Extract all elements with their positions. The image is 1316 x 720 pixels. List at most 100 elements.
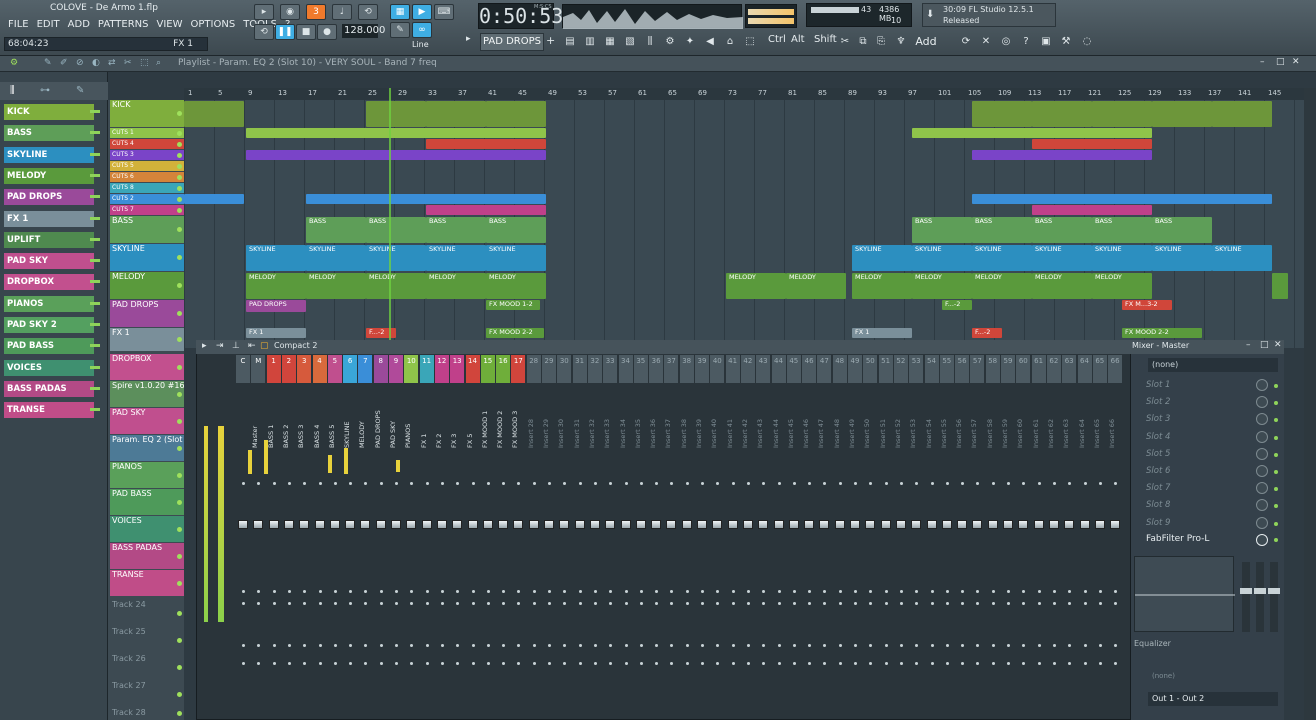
- channel-control[interactable]: [731, 590, 735, 593]
- news-panel[interactable]: ⬇ 30:09 FL Studio 12.5.1 Released: [922, 3, 1056, 27]
- minimize-icon[interactable]: –: [1260, 57, 1265, 67]
- pattern-clip[interactable]: SKYLINE: [426, 245, 486, 271]
- pattern-clip[interactable]: [1032, 139, 1152, 149]
- playhead[interactable]: [389, 88, 391, 344]
- insert-fader[interactable]: [1064, 520, 1075, 529]
- channel-control[interactable]: [1098, 662, 1102, 665]
- browser-icon[interactable]: ▦: [602, 34, 618, 50]
- mixer-view-selector[interactable]: Compact 2: [274, 341, 317, 350]
- playlist-icon[interactable]: ▤: [562, 34, 578, 50]
- track-enable-led[interactable]: [177, 526, 182, 532]
- mixer-insert-57[interactable]: 57: [970, 355, 985, 383]
- channel-control[interactable]: [242, 662, 245, 665]
- pattern-clip[interactable]: [426, 205, 546, 215]
- track-enable-led[interactable]: [177, 664, 182, 670]
- pattern-clip[interactable]: [1032, 101, 1092, 127]
- channel-control[interactable]: [701, 602, 704, 605]
- channel-control[interactable]: [624, 602, 628, 605]
- track-header[interactable]: FX 1: [110, 328, 184, 351]
- zoom-tool-icon[interactable]: ⌕: [156, 58, 161, 68]
- channel-control[interactable]: [991, 602, 995, 605]
- track-enable-led[interactable]: [177, 207, 182, 213]
- channel-control[interactable]: [884, 590, 888, 593]
- slot-enable-led[interactable]: [1274, 384, 1278, 388]
- track-enable-led[interactable]: [177, 130, 182, 136]
- channel-control[interactable]: [1083, 482, 1087, 485]
- channel-fader[interactable]: [467, 520, 478, 529]
- channel-control[interactable]: [899, 644, 903, 647]
- channel-control[interactable]: [532, 602, 536, 605]
- mixer-insert-55[interactable]: 55: [939, 355, 954, 383]
- pattern-clip[interactable]: FX MOOD 2-2: [1122, 328, 1202, 338]
- track-header[interactable]: Track 28: [110, 708, 184, 719]
- pattern-clip[interactable]: FX M...3-2: [1122, 300, 1172, 310]
- track-enable-led[interactable]: [177, 445, 182, 451]
- channel-control[interactable]: [486, 662, 490, 665]
- pattern-song-toggle[interactable]: ▸: [254, 4, 274, 20]
- channel-fader[interactable]: [238, 520, 248, 529]
- pattern-clip[interactable]: [246, 128, 546, 138]
- track-header[interactable]: CUTS 5: [110, 161, 184, 171]
- channel-control[interactable]: [1098, 590, 1102, 593]
- track-enable-led[interactable]: [177, 152, 182, 158]
- channel-control[interactable]: [854, 482, 857, 485]
- mixer-insert-41[interactable]: 41: [725, 355, 740, 383]
- track-header[interactable]: PAD SKY: [110, 408, 184, 434]
- channel-control[interactable]: [685, 644, 689, 647]
- track-enable-led[interactable]: [177, 174, 182, 180]
- pattern-clip[interactable]: [912, 128, 1152, 138]
- pattern-clip[interactable]: [426, 101, 486, 127]
- channel-control[interactable]: [701, 590, 704, 593]
- channel-control[interactable]: [838, 482, 842, 485]
- pattern-clip[interactable]: [184, 194, 244, 204]
- channel-fader[interactable]: [360, 520, 371, 529]
- track-header[interactable]: CUTS 7: [110, 205, 184, 215]
- plugin-slot-10[interactable]: FabFilter Pro-L: [1146, 534, 1209, 544]
- pattern-clip[interactable]: [1152, 101, 1212, 127]
- snap-selector[interactable]: Line: [412, 40, 429, 49]
- browser-pattern-transe[interactable]: TRANSE: [4, 402, 100, 419]
- track-header[interactable]: VOICES: [110, 516, 184, 542]
- pattern-clip[interactable]: [972, 194, 1272, 204]
- mixer-insert-54[interactable]: 54: [924, 355, 939, 383]
- pattern-clip[interactable]: MELODY: [426, 273, 486, 299]
- channel-control[interactable]: [548, 590, 551, 593]
- track-enable-led[interactable]: [177, 185, 182, 191]
- track-enable-led[interactable]: [177, 499, 182, 505]
- pattern-clip[interactable]: [1272, 273, 1288, 299]
- channel-fader[interactable]: [329, 520, 340, 529]
- browser-pattern-pad-bass[interactable]: PAD BASS: [4, 338, 100, 355]
- track-header[interactable]: CUTS 4: [110, 139, 184, 149]
- pattern-clip[interactable]: FX 1: [852, 328, 912, 338]
- browser-nodes-icon[interactable]: ⊶: [40, 85, 50, 96]
- insert-fader[interactable]: [880, 520, 891, 529]
- channel-fader[interactable]: [421, 520, 432, 529]
- pattern-clip[interactable]: SKYLINE: [912, 245, 972, 271]
- mixer-channel-12[interactable]: 12: [434, 355, 449, 383]
- channel-control[interactable]: [777, 590, 781, 593]
- channel-control[interactable]: [899, 662, 903, 665]
- mixer-insert-49[interactable]: 49: [848, 355, 862, 383]
- channel-control[interactable]: [333, 602, 337, 605]
- channel-fader[interactable]: [482, 520, 493, 529]
- channel-fader[interactable]: [375, 520, 386, 529]
- pattern-clip[interactable]: PAD DROPS: [246, 300, 306, 312]
- channel-control[interactable]: [945, 662, 949, 665]
- track-enable-led[interactable]: [177, 472, 182, 478]
- channel-control[interactable]: [486, 590, 490, 593]
- channel-control[interactable]: [930, 482, 934, 485]
- help-icon[interactable]: ?: [1018, 34, 1034, 50]
- track-header[interactable]: PAD BASS: [110, 489, 184, 515]
- insert-fader[interactable]: [758, 520, 769, 529]
- channel-control[interactable]: [532, 662, 536, 665]
- channel-control[interactable]: [287, 482, 291, 485]
- mute-tool-icon[interactable]: ◐: [92, 58, 100, 68]
- mixer-channel-8[interactable]: 8: [373, 355, 388, 383]
- channel-control[interactable]: [639, 644, 643, 647]
- pattern-clip[interactable]: BASS: [306, 217, 366, 243]
- mixer-insert-31[interactable]: 31: [572, 355, 587, 383]
- pattern-clip[interactable]: MELODY: [486, 273, 546, 299]
- channel-control[interactable]: [318, 602, 322, 605]
- pattern-clip[interactable]: [1032, 205, 1152, 215]
- pattern-clip[interactable]: FX MOOD 1-2: [486, 300, 540, 310]
